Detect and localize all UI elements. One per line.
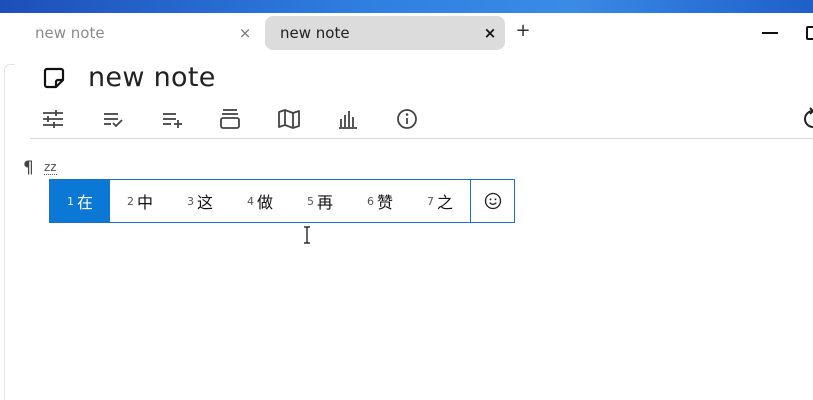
ime-candidate-1[interactable]: 1 在 <box>50 180 110 222</box>
close-icon[interactable]: × <box>230 24 260 42</box>
note-title[interactable]: new note <box>88 60 216 96</box>
text-cursor-icon <box>302 226 312 244</box>
candidate-char: 再 <box>316 193 333 212</box>
ime-candidate-bar: 1 在 2 中 3 这 4 做 5 再 6 赞 7 之 <box>49 179 515 223</box>
candidate-number: 5 <box>306 194 314 208</box>
candidate-number: 6 <box>366 194 374 208</box>
tab-label: new note <box>280 24 350 42</box>
ime-composition-text: zz <box>44 160 57 175</box>
candidate-number: 7 <box>426 194 434 208</box>
checklist-icon[interactable] <box>101 107 125 131</box>
candidate-number: 3 <box>186 194 194 208</box>
ime-candidate-7[interactable]: 7 之 <box>410 180 470 222</box>
candidate-number: 4 <box>246 194 254 208</box>
new-tab-button[interactable]: + <box>513 19 533 43</box>
candidate-char: 这 <box>196 193 213 212</box>
tab-note-1[interactable]: new note × <box>20 16 260 50</box>
archive-icon[interactable] <box>218 107 242 131</box>
ime-candidate-5[interactable]: 5 再 <box>290 180 350 222</box>
candidate-number: 1 <box>66 194 74 208</box>
candidate-char: 中 <box>136 193 153 212</box>
bar-chart-icon[interactable] <box>336 107 360 131</box>
ime-candidate-4[interactable]: 4 做 <box>230 180 290 222</box>
smiley-icon[interactable] <box>470 180 514 222</box>
refresh-icon[interactable] <box>801 107 813 131</box>
candidate-char: 之 <box>436 193 453 212</box>
ime-candidate-6[interactable]: 6 赞 <box>350 180 410 222</box>
map-icon[interactable] <box>277 107 301 131</box>
add-list-icon[interactable] <box>161 107 185 131</box>
candidate-char: 在 <box>76 193 93 212</box>
sliders-icon[interactable] <box>41 107 65 131</box>
tab-label: new note <box>35 24 105 42</box>
tab-bar: new note × new note × <box>0 13 813 53</box>
info-icon[interactable] <box>395 107 419 131</box>
title-strip <box>0 0 813 13</box>
close-icon[interactable]: × <box>475 24 505 42</box>
minimize-button[interactable] <box>762 32 778 34</box>
maximize-button[interactable] <box>806 26 813 40</box>
ime-candidate-2[interactable]: 2 中 <box>110 180 170 222</box>
toolbar-divider <box>30 138 813 139</box>
note-icon <box>42 66 66 90</box>
app-window: new note × new note × + new note ¶ zz 1 … <box>0 0 813 400</box>
candidate-char: 做 <box>256 193 273 212</box>
candidate-char: 赞 <box>376 193 393 212</box>
sidebar-edge <box>4 64 15 400</box>
ime-candidate-3[interactable]: 3 这 <box>170 180 230 222</box>
pilcrow-mark: ¶ <box>23 158 34 178</box>
tab-note-2[interactable]: new note × <box>265 16 505 50</box>
candidate-number: 2 <box>126 194 134 208</box>
